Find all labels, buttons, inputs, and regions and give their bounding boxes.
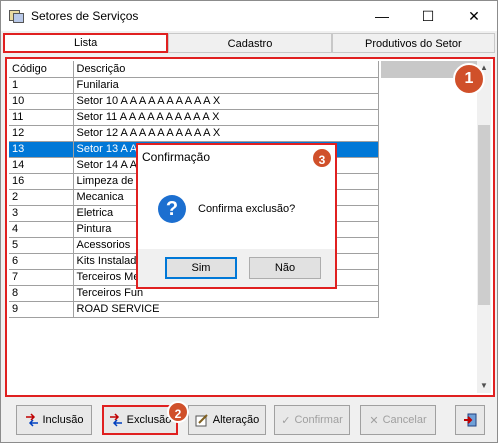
scroll-thumb[interactable] xyxy=(478,125,490,305)
cancel-x-icon: ✕ xyxy=(369,414,379,427)
exit-door-icon xyxy=(464,413,477,427)
add-arrows-icon xyxy=(25,413,38,427)
title-bar: Setores de Serviços — ☐ ✕ xyxy=(1,1,497,31)
tab-lista[interactable]: Lista xyxy=(3,33,169,53)
alteracao-button[interactable]: Alteração xyxy=(188,405,266,435)
inclusao-label: Inclusão xyxy=(42,414,84,426)
action-toolbar: Inclusão Exclusão Alteração ✓ Confirmar … xyxy=(11,405,491,437)
question-icon: ? xyxy=(158,195,186,223)
table-row[interactable]: 10 Setor 10 A A A A A A A A A A X xyxy=(9,93,379,110)
cell-code[interactable]: 14 xyxy=(9,157,74,174)
cell-code[interactable]: 10 xyxy=(9,93,74,110)
confirmar-button[interactable]: ✓ Confirmar xyxy=(274,405,350,435)
tab-produtivos[interactable]: Produtivos do Setor xyxy=(331,33,495,53)
table-row[interactable]: 11 Setor 11 A A A A A A A A A A X xyxy=(9,109,379,126)
scroll-down-icon[interactable]: ▼ xyxy=(477,379,491,393)
step-badge-2: 2 xyxy=(167,401,189,423)
column-header-description[interactable]: Descrição xyxy=(73,61,379,78)
cell-description[interactable]: Funilaria xyxy=(73,77,379,94)
maximize-button[interactable]: ☐ xyxy=(405,1,451,31)
window-title: Setores de Serviços xyxy=(31,9,139,23)
cell-description[interactable]: Setor 12 A A A A A A A A A A X xyxy=(73,125,379,142)
cell-code[interactable]: 9 xyxy=(9,301,74,318)
app-icon xyxy=(9,8,25,24)
cell-code[interactable]: 6 xyxy=(9,253,74,270)
edit-icon xyxy=(195,414,208,427)
remove-arrows-icon xyxy=(109,413,122,427)
tab-bar: Lista Cadastro Produtivos do Setor xyxy=(3,33,495,53)
inclusao-button[interactable]: Inclusão xyxy=(16,405,92,435)
close-button[interactable]: ✕ xyxy=(451,1,497,31)
cell-code[interactable]: 1 xyxy=(9,77,74,94)
tab-cadastro[interactable]: Cadastro xyxy=(168,33,332,53)
step-badge-1: 1 xyxy=(453,63,485,95)
cell-code[interactable]: 8 xyxy=(9,285,74,302)
cell-code[interactable]: 16 xyxy=(9,173,74,190)
main-window: Setores de Serviços — ☐ ✕ Lista Cadastro… xyxy=(0,0,498,443)
cell-code[interactable]: 2 xyxy=(9,189,74,206)
cell-code[interactable]: 5 xyxy=(9,237,74,254)
dialog-title: Confirmação xyxy=(138,145,335,169)
exclusao-label: Exclusão xyxy=(126,414,172,426)
table-row[interactable]: 9 ROAD SERVICE xyxy=(9,301,379,318)
cancelar-label: Cancelar xyxy=(382,414,427,426)
yes-button[interactable]: Sim xyxy=(165,257,237,279)
cell-code[interactable]: 7 xyxy=(9,269,74,286)
dialog-body: ? Confirma exclusão? xyxy=(138,169,335,249)
cell-description[interactable]: Setor 10 A A A A A A A A A A X xyxy=(73,93,379,110)
step-badge-3: 3 xyxy=(311,147,333,169)
table-row[interactable]: 12 Setor 12 A A A A A A A A A A X xyxy=(9,125,379,142)
cell-description[interactable]: Setor 11 A A A A A A A A A A X xyxy=(73,109,379,126)
cell-code[interactable]: 12 xyxy=(9,125,74,142)
check-icon: ✓ xyxy=(281,414,291,427)
cell-code[interactable]: 13 xyxy=(9,141,74,158)
alteracao-label: Alteração xyxy=(212,414,260,426)
vertical-scrollbar[interactable]: ▲ ▼ xyxy=(477,61,491,393)
minimize-button[interactable]: — xyxy=(359,1,405,31)
table-header-row: Código Descrição xyxy=(9,61,379,78)
cell-code[interactable]: 4 xyxy=(9,221,74,238)
confirmar-label: Confirmar xyxy=(294,414,343,426)
dialog-message: Confirma exclusão? xyxy=(198,203,296,215)
table-row[interactable]: 1 Funilaria xyxy=(9,77,379,94)
column-header-code[interactable]: Código xyxy=(9,61,74,78)
cell-description[interactable]: ROAD SERVICE xyxy=(73,301,379,318)
cancelar-button[interactable]: ✕ Cancelar xyxy=(360,405,436,435)
cell-code[interactable]: 3 xyxy=(9,205,74,222)
dialog-footer: Sim Não xyxy=(138,249,335,287)
exit-button[interactable] xyxy=(455,405,485,435)
cell-code[interactable]: 11 xyxy=(9,109,74,126)
no-button[interactable]: Não xyxy=(249,257,321,279)
confirmation-dialog: Confirmação ? Confirma exclusão? Sim Não xyxy=(136,143,337,289)
